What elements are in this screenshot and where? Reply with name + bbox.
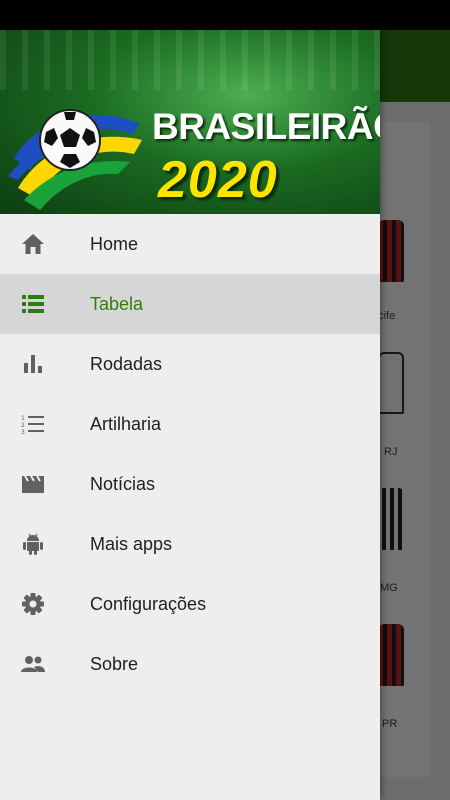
navigation-drawer: BRASILEIRÃO 2020 Home Tabela Rodadas 1 2… (0, 30, 380, 800)
menu-item-rodadas[interactable]: Rodadas (0, 334, 380, 394)
menu-item-noticias[interactable]: Notícias (0, 454, 380, 514)
people-icon (21, 656, 45, 672)
numbered-list-icon: 1 2 3 (21, 415, 44, 436)
svg-text:1: 1 (21, 415, 25, 422)
menu-item-label: Configurações (90, 593, 207, 614)
drawer-menu: Home Tabela Rodadas 1 2 3 Artilharia Not… (0, 214, 380, 694)
android-icon (23, 533, 43, 555)
status-bar (0, 0, 450, 30)
logo-title: BRASILEIRÃO (152, 106, 380, 147)
clapperboard-icon (22, 475, 44, 493)
menu-item-label: Sobre (90, 653, 139, 674)
soccer-ball-icon (39, 109, 101, 171)
menu-item-label: Home (90, 233, 139, 254)
drawer-header: BRASILEIRÃO 2020 (0, 30, 380, 214)
logo-year: 2020 (158, 151, 278, 209)
menu-item-label: Rodadas (90, 353, 163, 374)
menu-item-label: Artilharia (90, 413, 162, 434)
bar-chart-icon (24, 355, 42, 373)
menu-item-home[interactable]: Home (0, 214, 380, 274)
menu-item-artilharia[interactable]: 1 2 3 Artilharia (0, 394, 380, 454)
svg-text:3: 3 (21, 429, 25, 436)
home-icon (22, 234, 44, 254)
menu-item-sobre[interactable]: Sobre (0, 634, 380, 694)
menu-item-label: Tabela (90, 293, 144, 314)
menu-item-label: Notícias (90, 473, 156, 494)
table-list-icon (22, 295, 44, 313)
menu-item-mais-apps[interactable]: Mais apps (0, 514, 380, 574)
gear-icon (22, 593, 44, 615)
menu-item-configuracoes[interactable]: Configurações (0, 574, 380, 634)
menu-item-tabela[interactable]: Tabela (0, 274, 380, 334)
menu-item-label: Mais apps (90, 533, 173, 554)
svg-text:2: 2 (21, 422, 25, 429)
